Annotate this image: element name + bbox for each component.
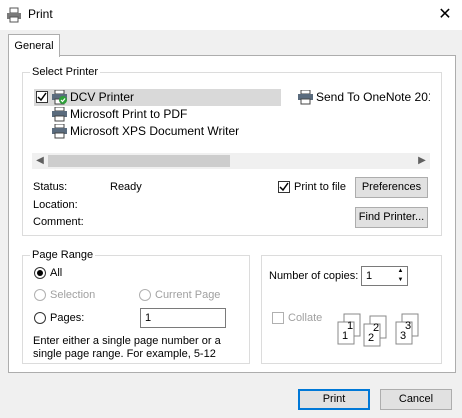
printer-name: DCV Printer bbox=[70, 90, 135, 104]
all-radio[interactable] bbox=[34, 267, 46, 279]
collate-illustration: 1 1 2 2 3 3 bbox=[330, 312, 434, 348]
print-to-file-checkbox[interactable] bbox=[278, 181, 290, 193]
scrollbar-thumb[interactable] bbox=[48, 155, 230, 167]
pages-radio[interactable] bbox=[34, 312, 46, 324]
printer-name: Send To OneNote 201 bbox=[316, 90, 430, 104]
selection-radio[interactable] bbox=[34, 289, 46, 301]
window-title: Print bbox=[28, 7, 53, 21]
scroll-left-icon[interactable]: ◀ bbox=[32, 153, 48, 169]
comment-label: Comment: bbox=[33, 216, 84, 228]
current-page-label[interactable]: Current Page bbox=[155, 289, 220, 301]
printer-list-scrollbar[interactable]: ◀ ▶ bbox=[32, 153, 430, 169]
select-printer-title: Select Printer bbox=[30, 66, 101, 78]
default-printer-check-icon bbox=[36, 91, 48, 103]
collate-page-number: 3 bbox=[400, 330, 406, 342]
printer-name: Microsoft XPS Document Writer bbox=[70, 124, 240, 138]
collate-page-number: 1 bbox=[342, 330, 348, 342]
pages-input[interactable] bbox=[140, 308, 226, 328]
status-value: Ready bbox=[110, 181, 142, 193]
printer-name: Microsoft Print to PDF bbox=[70, 107, 188, 121]
tab-general[interactable]: General bbox=[8, 34, 60, 57]
printer-icon bbox=[298, 89, 314, 106]
current-page-radio[interactable] bbox=[139, 289, 151, 301]
page-range-help: Enter either a single page number or a s… bbox=[33, 335, 221, 360]
scroll-right-icon[interactable]: ▶ bbox=[414, 153, 430, 169]
location-label: Location: bbox=[33, 199, 78, 211]
cancel-button[interactable]: Cancel bbox=[380, 389, 452, 410]
collate-label[interactable]: Collate bbox=[288, 312, 322, 324]
print-to-file-label[interactable]: Print to file bbox=[294, 181, 346, 193]
status-label: Status: bbox=[33, 181, 68, 193]
page-range-title: Page Range bbox=[30, 249, 96, 261]
printer-app-icon bbox=[6, 7, 22, 26]
printer-icon bbox=[52, 123, 68, 145]
stepper-up-icon[interactable]: ▲ bbox=[394, 267, 407, 276]
printer-item-pdf[interactable]: Microsoft Print to PDF bbox=[34, 106, 281, 123]
collate-page-number: 2 bbox=[368, 332, 374, 344]
copies-stepper[interactable]: 1 ▲ ▼ bbox=[361, 266, 408, 286]
printer-item-xps[interactable]: Microsoft XPS Document Writer bbox=[34, 123, 281, 140]
preferences-button[interactable]: Preferences bbox=[355, 177, 428, 198]
copies-value: 1 bbox=[366, 270, 373, 282]
stepper-down-icon[interactable]: ▼ bbox=[394, 276, 407, 285]
find-printer-button[interactable]: Find Printer... bbox=[355, 207, 428, 228]
close-button[interactable]: ✕ bbox=[432, 4, 458, 26]
close-icon: ✕ bbox=[438, 6, 452, 23]
copies-label: Number of copies: bbox=[269, 270, 359, 282]
collate-checkbox[interactable] bbox=[272, 312, 284, 324]
printer-item-dcv[interactable]: DCV Printer bbox=[34, 89, 281, 106]
title-bar: Print ✕ bbox=[0, 0, 462, 30]
all-label[interactable]: All bbox=[50, 267, 62, 279]
printer-item-onenote[interactable]: Send To OneNote 201 bbox=[296, 89, 430, 106]
selection-label[interactable]: Selection bbox=[50, 289, 95, 301]
print-button[interactable]: Print bbox=[298, 389, 370, 410]
check-icon bbox=[279, 182, 289, 192]
pages-label[interactable]: Pages: bbox=[50, 312, 84, 324]
